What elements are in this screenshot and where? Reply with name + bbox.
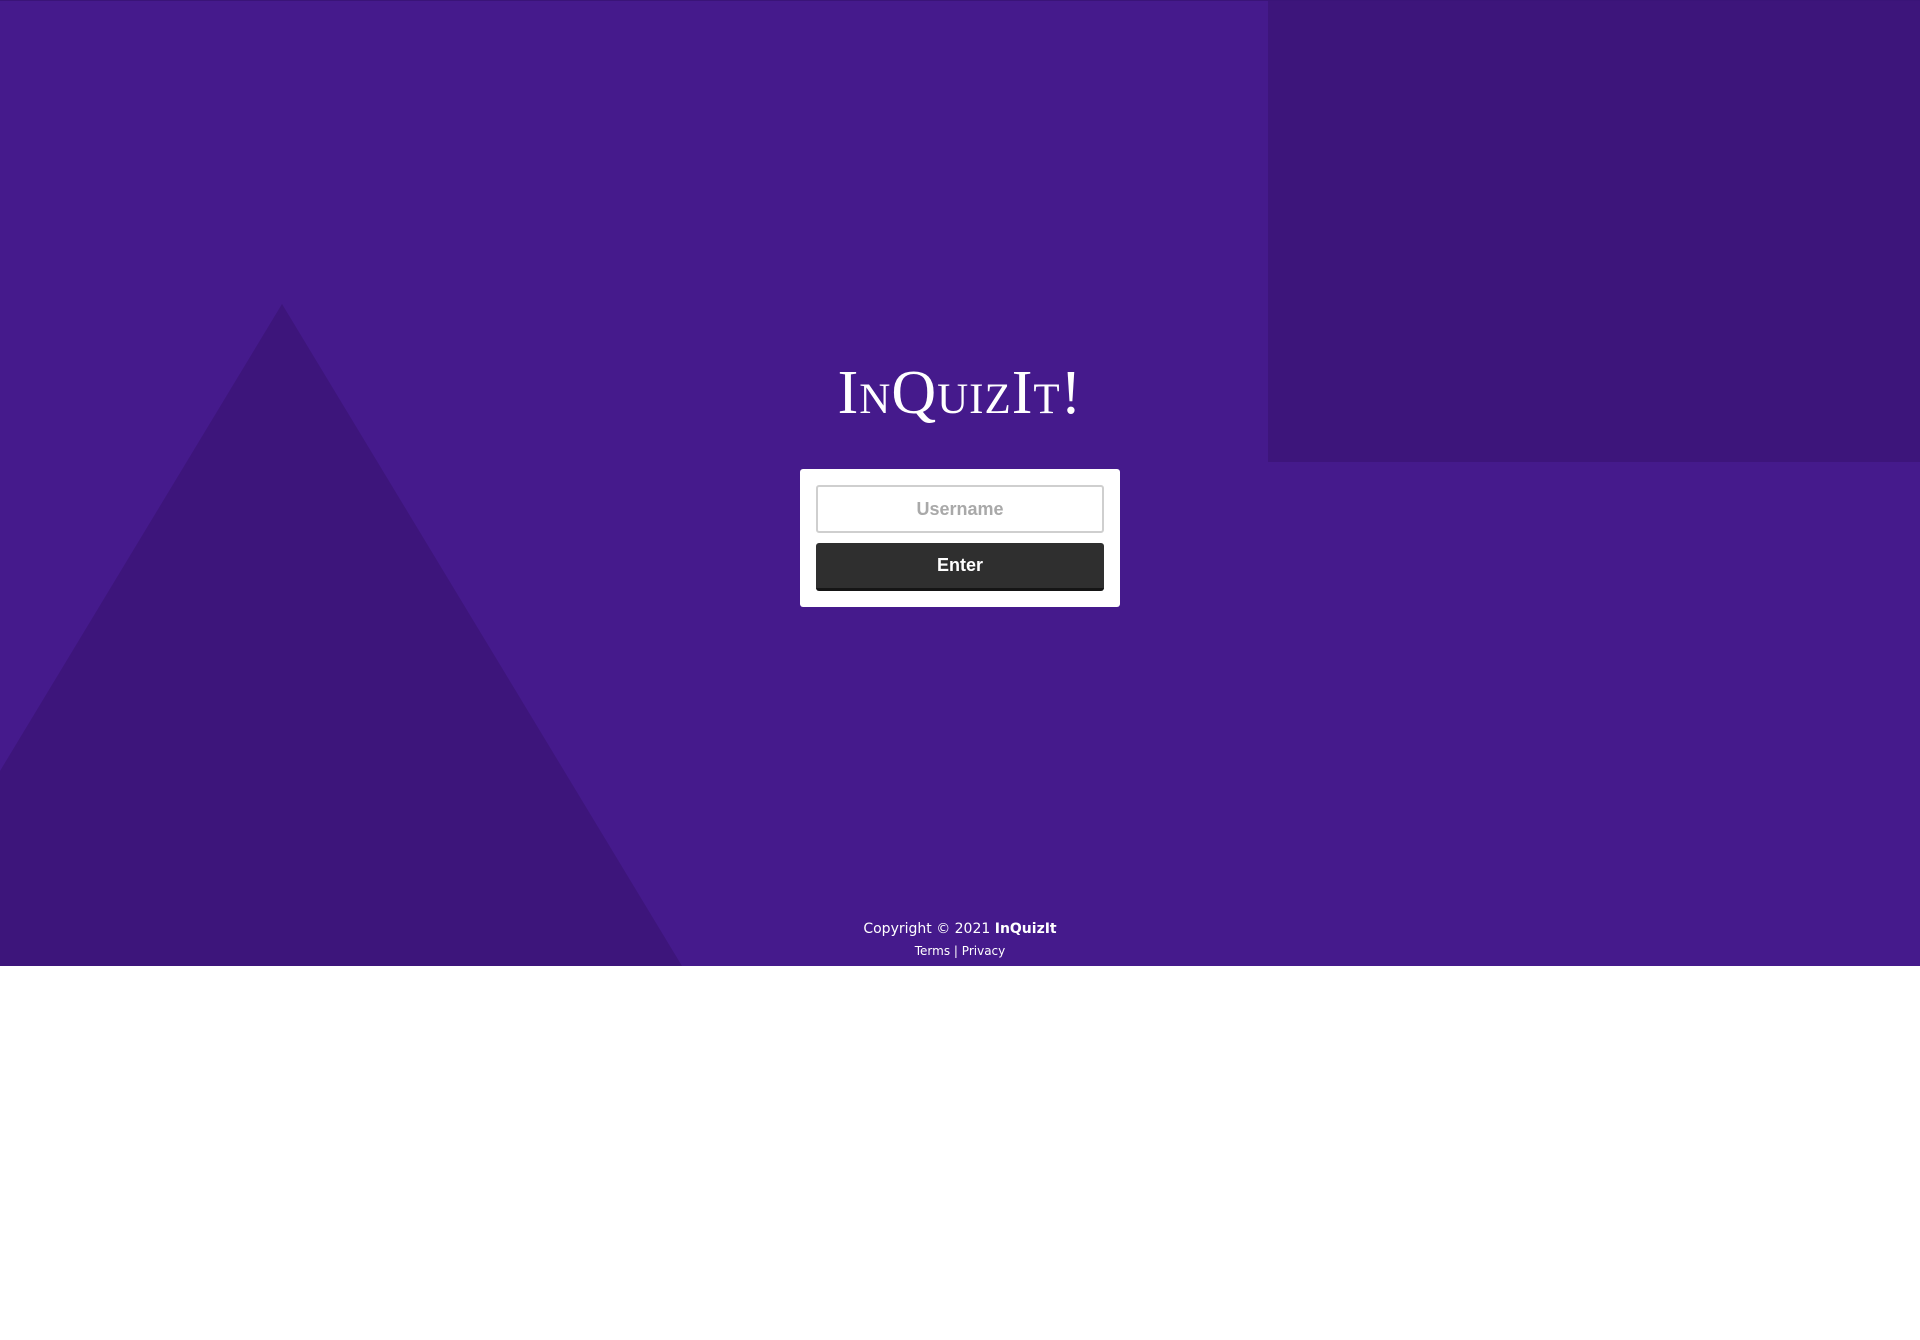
- page: InQuizIt! Enter Copyright © 2021 InQuizI…: [0, 0, 1920, 1340]
- privacy-link[interactable]: Privacy: [962, 944, 1005, 958]
- login-card: Enter: [800, 469, 1120, 607]
- app-title: InQuizIt!: [837, 359, 1083, 427]
- footer-link-separator: |: [953, 944, 958, 958]
- footer-links: Terms | Privacy: [0, 940, 1920, 962]
- terms-link[interactable]: Terms: [915, 944, 950, 958]
- copyright: Copyright © 2021 InQuizIt: [0, 918, 1920, 940]
- hero-background: InQuizIt! Enter Copyright © 2021 InQuizI…: [0, 0, 1920, 966]
- enter-button[interactable]: Enter: [816, 543, 1104, 591]
- username-input[interactable]: [816, 485, 1104, 533]
- copyright-brand: InQuizIt: [994, 921, 1057, 937]
- footer: Copyright © 2021 InQuizIt Terms | Privac…: [0, 918, 1920, 962]
- copyright-text: Copyright © 2021: [863, 921, 991, 937]
